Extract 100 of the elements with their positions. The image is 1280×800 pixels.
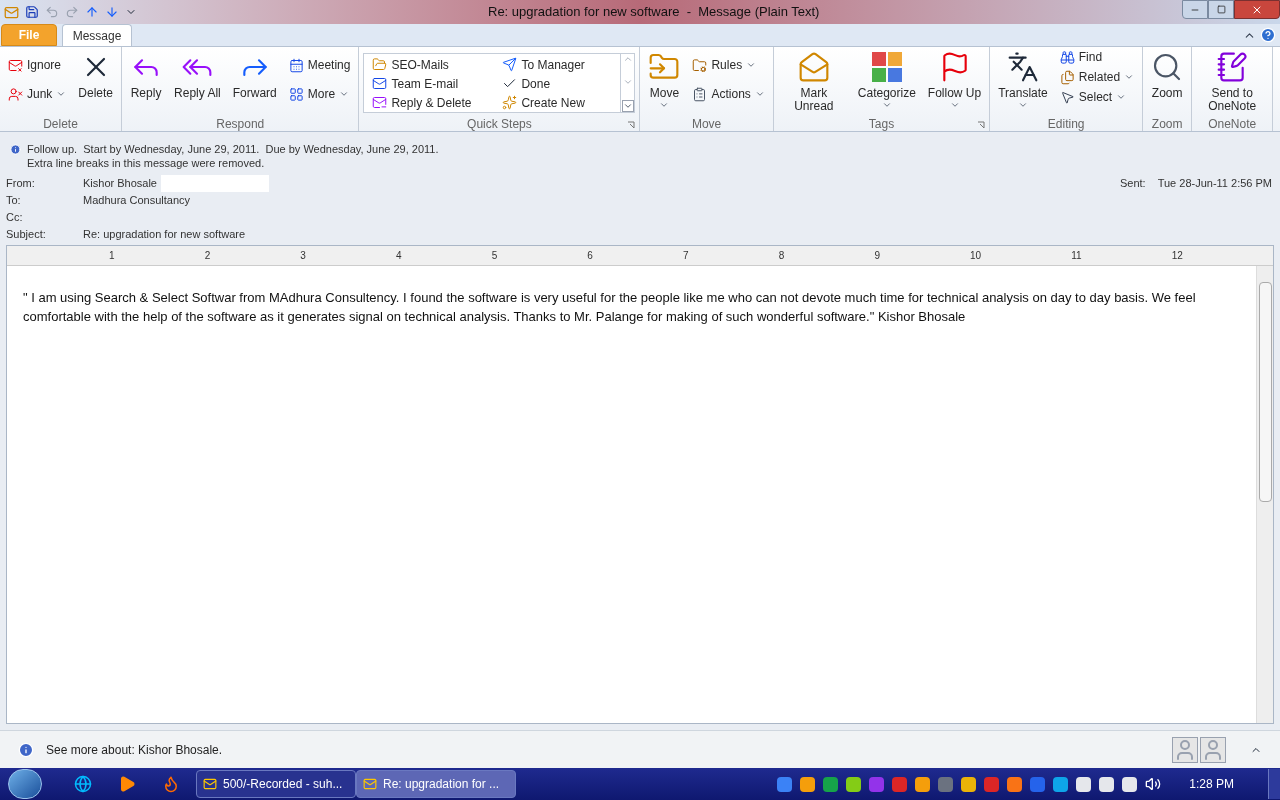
ribbon-button[interactable]: Create New bbox=[498, 93, 617, 112]
expand-gallery-icon[interactable] bbox=[621, 100, 634, 112]
ribbon-button[interactable]: Move bbox=[644, 47, 685, 117]
tray-app-icon[interactable] bbox=[1053, 776, 1069, 792]
ruler-number: 8 bbox=[778, 249, 785, 263]
restore-button[interactable] bbox=[1208, 0, 1234, 19]
pointer-icon bbox=[1059, 89, 1075, 105]
ribbon-button[interactable]: More bbox=[284, 84, 355, 104]
help-icon[interactable] bbox=[1260, 27, 1276, 43]
ribbon-button[interactable]: Select bbox=[1055, 87, 1139, 107]
open-envelope-icon bbox=[797, 51, 830, 83]
restore-icon bbox=[1216, 5, 1226, 14]
binoculars-icon bbox=[1059, 49, 1075, 65]
ribbon-button[interactable]: Categorize bbox=[853, 47, 920, 117]
field-value: Madhura Consultancy bbox=[83, 192, 190, 208]
ruler-number: 1 bbox=[109, 249, 115, 263]
caret-icon bbox=[339, 89, 350, 99]
tray-app-icon[interactable] bbox=[1122, 776, 1138, 792]
notebook-icon bbox=[1216, 51, 1249, 83]
grid-icon bbox=[288, 86, 304, 102]
up-arrow-icon[interactable] bbox=[85, 5, 99, 19]
dialog-launcher-icon[interactable] bbox=[627, 121, 636, 129]
group-label: Tags bbox=[868, 117, 895, 131]
ribbon-button[interactable]: SEO-Mails bbox=[368, 55, 487, 74]
ruler-number: 12 bbox=[1171, 249, 1183, 263]
message-body: " I am using Search & Select Softwar from MAdhura Consultency. I found the software is very useful for the people like me who can not devote much time for technical analysis on day to day basis. We feel comfortable with the help of the software as it generates signal on technical analysis. Thanks to Mr. Palange for making of such wonderful software." Kishor Bhosale bbox=[22, 289, 1197, 326]
ribbon-button[interactable]: Reply All bbox=[170, 47, 225, 117]
ribbon-button[interactable]: Meeting bbox=[284, 55, 355, 75]
ribbon-button[interactable]: Team E-mail bbox=[368, 74, 487, 93]
clipboard-icon bbox=[692, 86, 708, 102]
documents-icon bbox=[1059, 69, 1075, 85]
taskbar-window-button[interactable]: Re: upgradation for ... bbox=[356, 770, 516, 798]
group-label: OneNote bbox=[1208, 117, 1257, 131]
caret-icon bbox=[1116, 92, 1127, 102]
caret-icon bbox=[949, 100, 960, 110]
ruler-number: 11 bbox=[1071, 249, 1082, 263]
ribbon-button[interactable]: Done bbox=[498, 74, 617, 93]
ribbon-button[interactable]: Find bbox=[1055, 47, 1139, 67]
ribbon-button[interactable]: Ignore bbox=[4, 55, 71, 75]
tray-app-icon[interactable] bbox=[846, 776, 862, 792]
field-value: Kishor Bhosale bbox=[83, 175, 157, 191]
globe-icon[interactable] bbox=[74, 775, 92, 793]
start-orb-icon[interactable] bbox=[8, 769, 42, 799]
media-player-icon[interactable] bbox=[118, 775, 136, 793]
ribbon-tab[interactable]: Message bbox=[62, 24, 132, 46]
caret-icon bbox=[1018, 100, 1028, 110]
ribbon-button[interactable]: To Manager bbox=[498, 55, 617, 74]
info-icon bbox=[18, 741, 34, 758]
field-value: Re: upgradation for new software bbox=[83, 226, 246, 242]
tray-app-icon[interactable] bbox=[1099, 776, 1115, 792]
ribbon-button[interactable]: Follow Up bbox=[923, 47, 986, 117]
ribbon-button[interactable]: Forward bbox=[228, 47, 281, 117]
translate-icon bbox=[1007, 51, 1039, 83]
envelope-icon bbox=[363, 777, 377, 791]
ruler-number: 7 bbox=[683, 249, 689, 263]
field-label: From: bbox=[6, 175, 36, 191]
ribbon-button[interactable]: Mark Unread bbox=[777, 47, 850, 117]
ribbon-button[interactable]: Related bbox=[1055, 67, 1139, 87]
caret-icon bbox=[1124, 72, 1135, 82]
tray-app-icon[interactable] bbox=[1007, 776, 1023, 792]
ribbon-button[interactable]: Translate bbox=[994, 47, 1052, 117]
send-arrow-icon bbox=[502, 57, 518, 72]
ribbon-button[interactable]: Junk bbox=[4, 84, 71, 104]
caret-icon bbox=[881, 100, 892, 110]
person-blocked-icon bbox=[8, 86, 23, 102]
save-icon[interactable] bbox=[25, 5, 39, 19]
tray-app-icon[interactable] bbox=[800, 776, 816, 792]
close-button[interactable] bbox=[1234, 0, 1280, 19]
tray-app-icon[interactable] bbox=[915, 776, 931, 792]
ribbon-button[interactable]: Zoom bbox=[1147, 47, 1188, 117]
info-icon bbox=[10, 144, 21, 155]
ribbon-button[interactable]: Delete bbox=[74, 47, 118, 117]
tray-app-icon[interactable] bbox=[1076, 776, 1092, 792]
field-label: Cc: bbox=[6, 209, 24, 225]
ruler-number: 3 bbox=[300, 249, 306, 263]
field-value: Tue 28-Jun-11 2:56 PM bbox=[1157, 175, 1272, 191]
group-label: Delete bbox=[43, 117, 78, 131]
taskbar-window-button[interactable]: 500/-Recorded - suh... bbox=[196, 770, 356, 798]
envelope-minus-icon bbox=[372, 95, 388, 110]
minimize-button[interactable] bbox=[1182, 0, 1208, 19]
caret-icon bbox=[754, 89, 765, 99]
dialog-launcher-icon[interactable] bbox=[977, 121, 986, 129]
clock[interactable]: 1:28 PM bbox=[1189, 775, 1234, 793]
show-desktop-button[interactable] bbox=[1268, 769, 1280, 799]
folder-icon bbox=[372, 57, 388, 72]
scrollbar[interactable] bbox=[1256, 266, 1273, 723]
down-arrow-icon[interactable] bbox=[105, 5, 119, 19]
group-label: Zoom bbox=[1151, 117, 1183, 131]
ribbon-button[interactable]: Rules bbox=[688, 55, 769, 75]
ribbon-button[interactable]: Actions bbox=[688, 84, 769, 104]
ribbon-button[interactable]: Send to OneNote bbox=[1196, 47, 1269, 117]
ruler-number: 4 bbox=[396, 249, 402, 263]
tray-app-icon[interactable] bbox=[961, 776, 977, 792]
envelope-icon bbox=[372, 76, 388, 91]
caret-icon bbox=[659, 100, 670, 110]
ribbon-button[interactable]: Reply & Delete bbox=[368, 93, 487, 112]
group-label: Respond bbox=[216, 117, 265, 131]
ribbon-button[interactable]: Reply bbox=[126, 47, 167, 117]
speaker-icon[interactable] bbox=[1145, 776, 1162, 792]
ruler-number: 2 bbox=[204, 249, 211, 263]
